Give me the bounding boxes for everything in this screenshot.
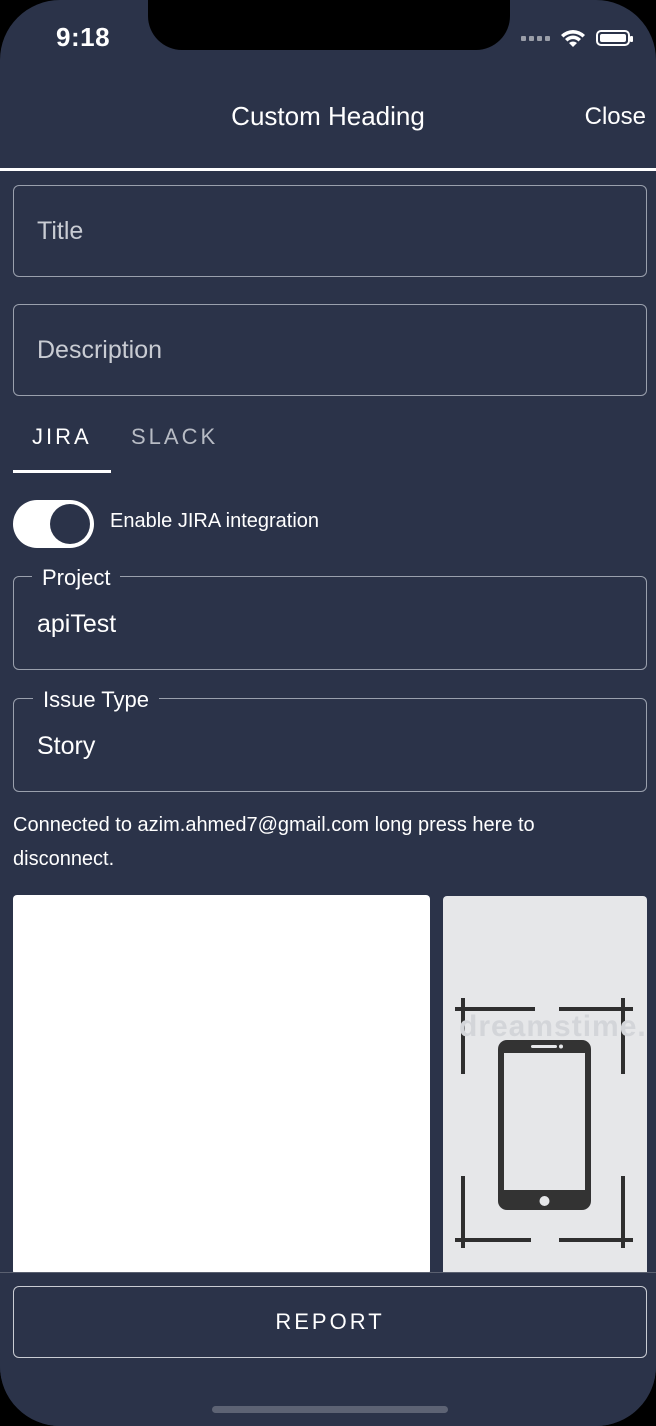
notch — [148, 0, 510, 50]
phone-screenshot-icon — [455, 998, 633, 1248]
screenshot-preview[interactable] — [13, 895, 430, 1275]
status-time: 9:18 — [56, 22, 111, 52]
project-select[interactable]: Project apiTest — [13, 565, 647, 670]
tab-slack[interactable]: SLACK — [131, 424, 218, 450]
phone-screen: 9:18 Custom Heading Close JIRA SLACK Ena… — [0, 0, 656, 1426]
title-field[interactable] — [13, 185, 647, 277]
signal-icon — [521, 35, 550, 41]
project-value: apiTest — [37, 610, 117, 638]
toggle-label: Enable JIRA integration — [110, 510, 320, 532]
page-title: Custom Heading — [231, 101, 425, 131]
connected-status-text[interactable]: Connected to azim.ahmed7@gmail.com long … — [13, 808, 613, 876]
tab-active-indicator — [13, 470, 111, 473]
battery-icon — [596, 30, 633, 46]
jira-integration-toggle[interactable] — [13, 500, 94, 548]
wifi-icon — [561, 30, 585, 47]
title-input[interactable] — [14, 186, 646, 276]
status-icons — [521, 26, 633, 50]
description-input[interactable] — [14, 305, 646, 395]
description-field[interactable] — [13, 304, 647, 396]
home-indicator — [212, 1406, 448, 1413]
issue-type-value: Story — [37, 732, 96, 760]
header-divider — [0, 168, 656, 171]
close-button[interactable]: Close — [585, 103, 646, 131]
issue-type-select[interactable]: Issue Type Story — [13, 687, 647, 792]
screenshot-thumbnail[interactable]: dreamstime. — [443, 896, 647, 1276]
issue-type-label: Issue Type — [33, 687, 159, 713]
watermark-text: dreamstime. — [459, 1010, 647, 1043]
report-button[interactable]: REPORT — [13, 1286, 647, 1358]
toggle-knob — [50, 504, 90, 544]
project-label: Project — [32, 565, 121, 591]
tab-jira[interactable]: JIRA — [32, 424, 92, 450]
